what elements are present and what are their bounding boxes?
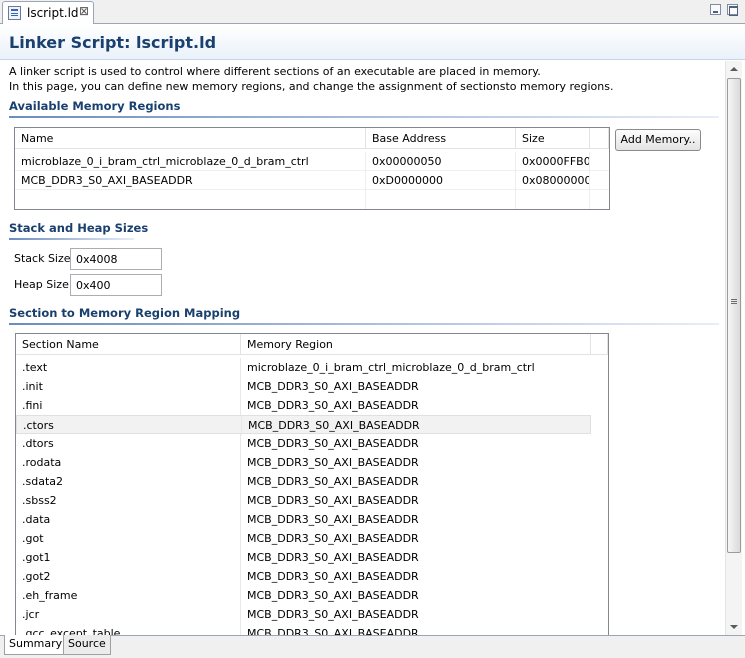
memory-section-divider (9, 116, 719, 118)
section-name-cell: .dtors (16, 434, 241, 453)
section-mapping-row[interactable]: .data MCB_DDR3_S0_AXI_BASEADDR (16, 510, 591, 529)
memory-region-cell[interactable]: MCB_DDR3_S0_AXI_BASEADDR (241, 510, 591, 529)
editor-tab-label: lscript.ld (27, 6, 79, 20)
section-mapping-row[interactable]: .got2 MCB_DDR3_S0_AXI_BASEADDR (16, 567, 591, 586)
vertical-scrollbar[interactable] (725, 61, 742, 635)
memory-region-cell[interactable]: microblaze_0_i_bram_ctrl_microblaze_0_d_… (241, 358, 591, 377)
section-name-cell: .got2 (16, 567, 241, 586)
section-mapping-row[interactable]: .dtors MCB_DDR3_S0_AXI_BASEADDR (16, 434, 591, 453)
heap-size-input[interactable] (70, 274, 162, 296)
section-mapping-row[interactable]: .fini MCB_DDR3_S0_AXI_BASEADDR (16, 396, 591, 415)
memory-row[interactable]: microblaze_0_i_bram_ctrl_microblaze_0_d_… (15, 152, 609, 171)
description-line-1: A linker script is used to control where… (9, 65, 541, 78)
mapping-section-divider (9, 323, 719, 325)
form-header: Linker Script: lscript.ld (0, 25, 745, 60)
tab-summary[interactable]: Summary (4, 635, 68, 655)
memory-region-cell[interactable]: MCB_DDR3_S0_AXI_BASEADDR (242, 416, 592, 435)
memory-empty-row (15, 190, 609, 209)
section-name-cell: .got1 (16, 548, 241, 567)
stack-section-title: Stack and Heap Sizes (9, 221, 149, 235)
memory-base-address-cell: 0x00000050 (366, 152, 516, 171)
memory-regions-table[interactable]: Name Base Address Size microblaze_0_i_br… (14, 127, 610, 210)
memory-region-cell[interactable]: MCB_DDR3_S0_AXI_BASEADDR (241, 529, 591, 548)
column-header-filler (591, 334, 608, 355)
section-name-cell: .fini (16, 396, 241, 415)
empty-cell (516, 190, 590, 209)
empty-cell (15, 190, 366, 209)
section-mapping-row[interactable]: .got MCB_DDR3_S0_AXI_BASEADDR (16, 529, 591, 548)
column-header-name[interactable]: Name (15, 128, 366, 149)
memory-region-cell[interactable]: MCB_DDR3_S0_AXI_BASEADDR (241, 624, 591, 635)
memory-region-cell[interactable]: MCB_DDR3_S0_AXI_BASEADDR (241, 472, 591, 491)
section-mapping-row[interactable]: .jcr MCB_DDR3_S0_AXI_BASEADDR (16, 605, 591, 624)
section-mapping-row[interactable]: .sdata2 MCB_DDR3_S0_AXI_BASEADDR (16, 472, 591, 491)
section-name-cell: .gcc_except_table (16, 624, 241, 635)
add-memory-button[interactable]: Add Memory.. (615, 129, 701, 151)
memory-size-cell: 0x08000000 (516, 171, 590, 190)
mapping-section-title: Section to Memory Region Mapping (9, 306, 241, 320)
memory-name-cell: microblaze_0_i_bram_ctrl_microblaze_0_d_… (15, 152, 366, 171)
memory-section-title: Available Memory Regions (9, 99, 181, 113)
section-mapping-row[interactable]: .rodata MCB_DDR3_S0_AXI_BASEADDR (16, 453, 591, 472)
stack-section-divider (9, 238, 134, 240)
memory-base-address-cell: 0xD0000000 (366, 171, 516, 190)
section-name-cell: .jcr (16, 605, 241, 624)
tab-source[interactable]: Source (63, 635, 111, 655)
editor-tab-lscript[interactable]: lscript.ld ⊠ (2, 1, 94, 24)
memory-region-cell[interactable]: MCB_DDR3_S0_AXI_BASEADDR (241, 377, 591, 396)
linker-file-icon (8, 6, 21, 20)
column-header-size[interactable]: Size (516, 128, 590, 149)
column-header-filler (590, 128, 609, 149)
editor-tab-strip: lscript.ld ⊠ (0, 0, 745, 24)
section-name-cell: .rodata (16, 453, 241, 472)
section-name-cell: .sdata2 (16, 472, 241, 491)
section-name-cell: .init (16, 377, 241, 396)
section-name-cell: .text (16, 358, 241, 377)
section-name-cell: .sbss2 (16, 491, 241, 510)
description-line-2: In this page, you can define new memory … (9, 80, 614, 93)
section-mapping-row[interactable]: .ctors MCB_DDR3_S0_AXI_BASEADDR (16, 415, 592, 435)
section-name-cell: .eh_frame (16, 586, 241, 605)
section-name-cell: .got (16, 529, 241, 548)
memory-name-cell: MCB_DDR3_S0_AXI_BASEADDR (15, 171, 366, 190)
page-title: Linker Script: lscript.ld (9, 33, 217, 52)
column-header-memory-region[interactable]: Memory Region (241, 334, 591, 355)
section-name-cell: .data (16, 510, 241, 529)
section-mapping-row[interactable]: .init MCB_DDR3_S0_AXI_BASEADDR (16, 377, 591, 396)
section-mapping-row[interactable]: .gcc_except_table MCB_DDR3_S0_AXI_BASEADD… (16, 624, 591, 635)
memory-row[interactable]: MCB_DDR3_S0_AXI_BASEADDR 0xD0000000 0x08… (15, 171, 609, 190)
close-tab-icon[interactable]: ⊠ (79, 4, 89, 18)
minimize-icon[interactable] (710, 4, 721, 15)
stack-size-input[interactable] (70, 248, 162, 270)
column-header-base-address[interactable]: Base Address (366, 128, 516, 149)
memory-size-cell: 0x0000FFB0 (516, 152, 590, 171)
empty-cell (366, 190, 516, 209)
heap-size-label: Heap Size (14, 278, 69, 291)
scroll-down-arrow-icon[interactable] (726, 619, 742, 635)
memory-region-cell[interactable]: MCB_DDR3_S0_AXI_BASEADDR (241, 491, 591, 510)
memory-region-cell[interactable]: MCB_DDR3_S0_AXI_BASEADDR (241, 396, 591, 415)
section-mapping-row[interactable]: .text microblaze_0_i_bram_ctrl_microblaze… (16, 358, 591, 377)
section-name-cell: .ctors (17, 416, 242, 435)
memory-region-cell[interactable]: MCB_DDR3_S0_AXI_BASEADDR (241, 434, 591, 453)
memory-region-cell[interactable]: MCB_DDR3_S0_AXI_BASEADDR (241, 567, 591, 586)
memory-region-cell[interactable]: MCB_DDR3_S0_AXI_BASEADDR (241, 586, 591, 605)
section-mapping-table[interactable]: Section Name Memory Region .text microbla… (15, 333, 609, 635)
section-mapping-row[interactable]: .sbss2 MCB_DDR3_S0_AXI_BASEADDR (16, 491, 591, 510)
section-mapping-row[interactable]: .got1 MCB_DDR3_S0_AXI_BASEADDR (16, 548, 591, 567)
memory-region-cell[interactable]: MCB_DDR3_S0_AXI_BASEADDR (241, 605, 591, 624)
maximize-icon[interactable] (727, 4, 738, 16)
stack-size-label: Stack Size (14, 252, 71, 265)
memory-region-cell[interactable]: MCB_DDR3_S0_AXI_BASEADDR (241, 453, 591, 472)
column-header-section-name[interactable]: Section Name (16, 334, 241, 355)
page-tabs: Summary Source (0, 635, 745, 658)
memory-region-cell[interactable]: MCB_DDR3_S0_AXI_BASEADDR (241, 548, 591, 567)
section-mapping-row[interactable]: .eh_frame MCB_DDR3_S0_AXI_BASEADDR (16, 586, 591, 605)
scrollbar-thumb[interactable] (727, 78, 741, 553)
scroll-up-arrow-icon[interactable] (726, 61, 742, 77)
